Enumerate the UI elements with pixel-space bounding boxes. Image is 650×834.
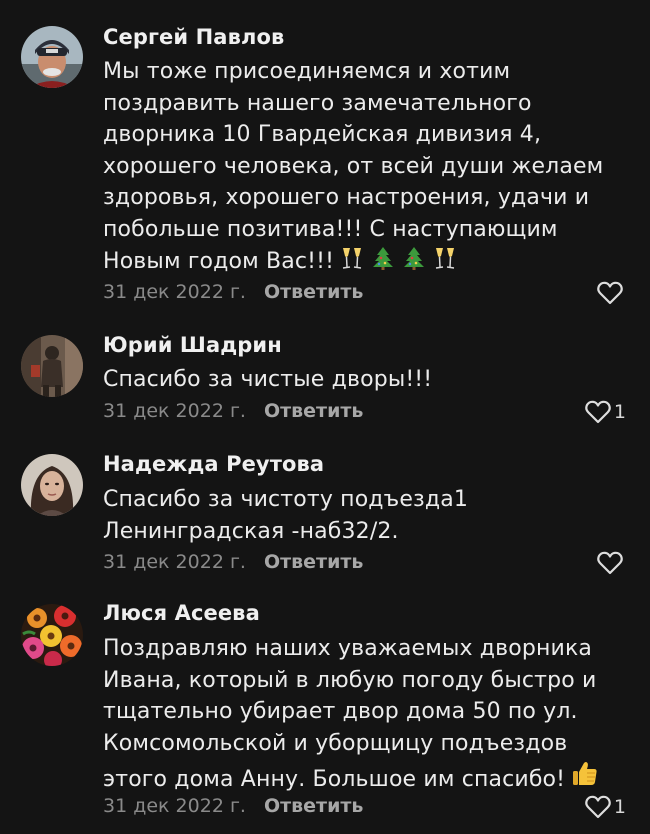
comment-date: 31 дек 2022 г. — [103, 795, 246, 817]
heart-icon — [585, 795, 611, 819]
comment-text-line-last: Новым годом Вас!!! — [103, 245, 633, 281]
reply-button[interactable]: Ответить — [264, 281, 363, 303]
heart-icon — [597, 281, 623, 305]
reply-button[interactable]: Ответить — [264, 551, 363, 573]
comment-text-line: Ленинградская -наб32/2. — [103, 518, 399, 544]
comment-text-line: этого дома Анну. Большое им спасибо! — [103, 767, 566, 792]
comment-author[interactable]: Юрий Шадрин — [103, 333, 282, 357]
comment-meta: 31 дек 2022 г. Ответить — [103, 400, 363, 422]
comment-text-line: Спасибо за чистые дворы!!! — [103, 367, 433, 392]
comment-text-line: хорошего человека, от всей души желаем — [103, 153, 604, 179]
avatar[interactable] — [21, 26, 83, 88]
christmas-tree-icon — [370, 245, 396, 281]
heart-icon — [585, 400, 611, 424]
comment-text-line: здоровья, хорошего настроения, удачи и — [103, 185, 590, 210]
comment-meta: 31 дек 2022 г. Ответить — [103, 281, 363, 303]
comment-text-line: Поздравляю наших уважаемых дворника — [103, 636, 593, 661]
avatar[interactable] — [21, 335, 83, 397]
avatar[interactable] — [21, 604, 83, 666]
comment-date: 31 дек 2022 г. — [103, 400, 246, 422]
like-button[interactable]: 1 — [584, 399, 626, 425]
heart-icon — [597, 551, 623, 575]
comment-text-line: Ивана, который в любую погоду быстро и — [103, 667, 597, 693]
comment-text: Спасибо за чистые дворы!!! — [103, 364, 633, 396]
comment-text-line: поздравить нашего замечательного — [103, 90, 532, 116]
comment-text-line: Новым годом Вас!!! — [103, 249, 335, 274]
comment-text-line: побольше позитива!!! С наступающим — [103, 216, 558, 242]
comment-text-line-last: этого дома Анну. Большое им спасибо! — [103, 759, 633, 799]
comment-meta: 31 дек 2022 г. Ответить — [103, 795, 363, 817]
comment-text-line: тщательно убирает двор дома 50 по ул. — [103, 699, 578, 724]
comment-meta: 31 дек 2022 г. Ответить — [103, 551, 363, 573]
avatar[interactable] — [21, 454, 83, 516]
thumbs-up-icon — [570, 759, 600, 799]
like-button[interactable] — [596, 280, 626, 306]
comment-text-line: Спасибо за чистоту подъезда1 — [103, 487, 469, 512]
reply-button[interactable]: Ответить — [264, 795, 363, 817]
champagne-glasses-icon — [339, 245, 365, 281]
like-button[interactable]: 1 — [584, 794, 626, 820]
like-count: 1 — [613, 796, 626, 818]
comment-author[interactable]: Сергей Павлов — [103, 25, 284, 49]
like-count: 1 — [613, 401, 626, 423]
comment-text: Спасибо за чистоту подъезда1 Ленинградск… — [103, 484, 633, 547]
comment-text: Мы тоже присоединяемся и хотим поздравит… — [103, 56, 633, 281]
comment-date: 31 дек 2022 г. — [103, 281, 246, 303]
comment-author[interactable]: Надежда Реутова — [103, 452, 324, 476]
champagne-glasses-icon — [432, 245, 458, 281]
christmas-tree-icon — [401, 245, 427, 281]
comment-text-line: Мы тоже присоединяемся и хотим — [103, 59, 511, 84]
reply-button[interactable]: Ответить — [264, 400, 363, 422]
comment-date: 31 дек 2022 г. — [103, 551, 246, 573]
comment-text-line: дворника 10 Гвардейская дивизия 4, — [103, 122, 542, 147]
comment-author[interactable]: Люся Асеева — [103, 601, 260, 625]
comment-text-line: Комсомольской и уборщицу подъездов — [103, 730, 568, 756]
like-button[interactable] — [596, 550, 626, 576]
comment-text: Поздравляю наших уважаемых дворника Иван… — [103, 633, 633, 799]
